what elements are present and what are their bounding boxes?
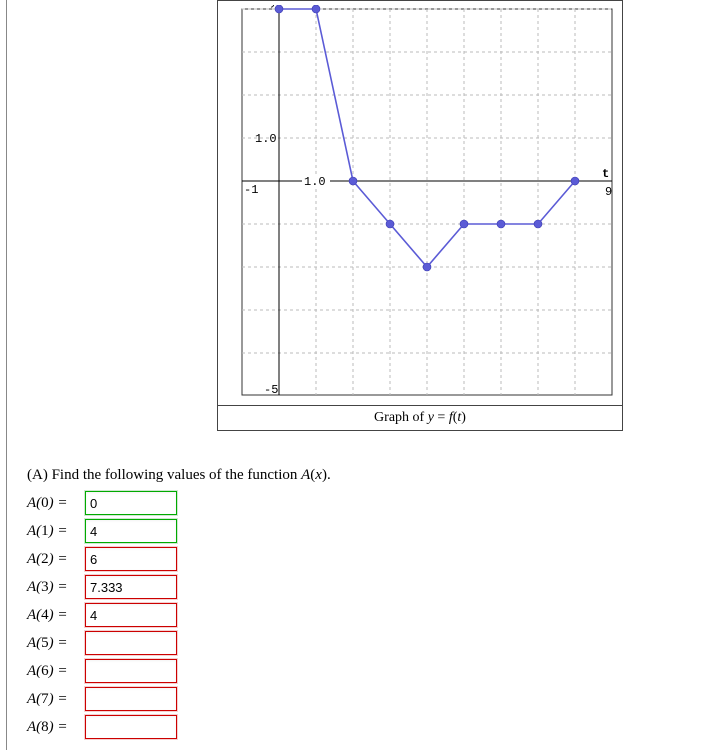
x-tick-1: 1.0 xyxy=(304,175,326,189)
answer-label-8: A(8) = xyxy=(27,719,85,736)
answer-label-6: A(6) = xyxy=(27,663,85,680)
answer-label-7: A(7) = xyxy=(27,691,85,708)
answer-input-8[interactable] xyxy=(85,715,177,739)
chart-svg: y t 1.0 -1 1.0 9 -5 xyxy=(222,5,618,401)
y-tick-1: 1.0 xyxy=(255,132,277,146)
graph-caption: Graph of y = f(t) xyxy=(218,405,622,430)
answer-label-0: A(0) = xyxy=(27,495,85,512)
answer-label-2: A(2) = xyxy=(27,551,85,568)
answer-input-3[interactable] xyxy=(85,575,177,599)
answer-row-8: A(8) = xyxy=(27,714,702,740)
answer-input-1[interactable] xyxy=(85,519,177,543)
answer-input-5[interactable] xyxy=(85,631,177,655)
x-axis-label: t xyxy=(602,167,609,181)
caption-text: Graph of y = f(t) xyxy=(374,410,466,425)
answer-label-1: A(1) = xyxy=(27,523,85,540)
answer-label-4: A(4) = xyxy=(27,607,85,624)
answer-row-7: A(7) = xyxy=(27,686,702,712)
answer-label-5: A(5) = xyxy=(27,635,85,652)
answer-label-3: A(3) = xyxy=(27,579,85,596)
answer-input-6[interactable] xyxy=(85,659,177,683)
answer-row-0: A(0) = xyxy=(27,490,702,516)
y-tick-minus5: -5 xyxy=(264,383,278,397)
answer-row-6: A(6) = xyxy=(27,658,702,684)
answer-row-3: A(3) = xyxy=(27,574,702,600)
prompt-text: (A) Find the following values of the fun… xyxy=(27,467,331,483)
answer-input-2[interactable] xyxy=(85,547,177,571)
answer-row-1: A(1) = xyxy=(27,518,702,544)
question-prompt: (A) Find the following values of the fun… xyxy=(27,467,702,484)
answer-input-4[interactable] xyxy=(85,603,177,627)
answer-row-4: A(4) = xyxy=(27,602,702,628)
graph-panel: y t 1.0 -1 1.0 9 -5 xyxy=(217,0,623,431)
answer-row-2: A(2) = xyxy=(27,546,702,572)
x-tick-minus1: -1 xyxy=(244,183,258,197)
answer-input-0[interactable] xyxy=(85,491,177,515)
answer-row-5: A(5) = xyxy=(27,630,702,656)
x-tick-9: 9 xyxy=(605,185,612,199)
answer-input-7[interactable] xyxy=(85,687,177,711)
